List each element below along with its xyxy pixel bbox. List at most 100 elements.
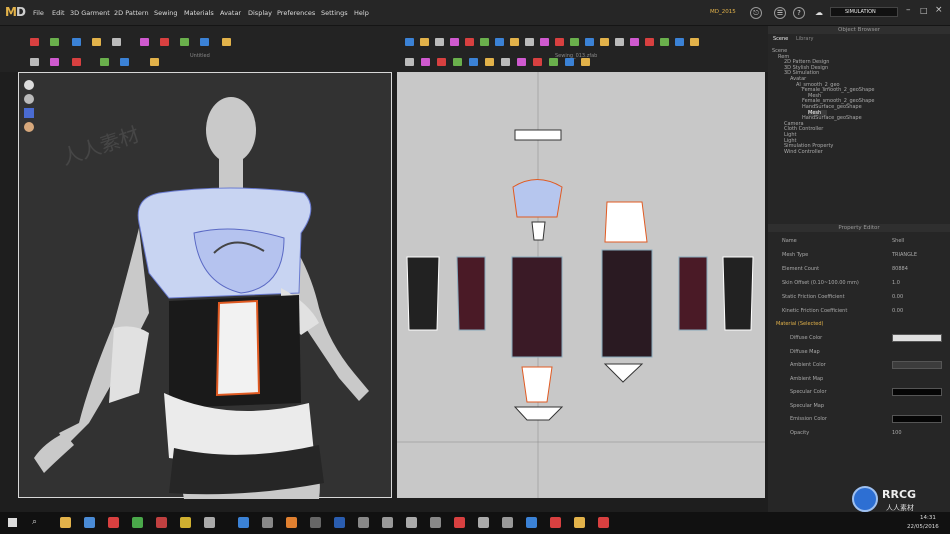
taskbar-app-icon[interactable] [598, 517, 609, 528]
tool-2d-16[interactable] [630, 38, 639, 46]
tool-3d-4[interactable] [92, 38, 101, 46]
tool-3d-8[interactable] [180, 38, 189, 46]
property-value[interactable]: TRIANGLE [892, 252, 917, 258]
menu-item-settings[interactable]: Settings [321, 9, 348, 17]
color-swatch[interactable] [892, 334, 942, 342]
taskbar-app-icon[interactable] [60, 517, 71, 528]
taskbar-app-icon[interactable] [108, 517, 119, 528]
menu-item-preferences[interactable]: Preferences [277, 9, 315, 17]
tool-2d-row2-6[interactable] [485, 58, 494, 66]
tool-3d-1[interactable] [30, 38, 39, 46]
taskbar-app-icon[interactable] [454, 517, 465, 528]
tool-2d-10[interactable] [540, 38, 549, 46]
tool-3d-3[interactable] [72, 38, 81, 46]
tool-3d-14[interactable] [100, 58, 109, 66]
tool-2d-14[interactable] [600, 38, 609, 46]
tool-2d-4[interactable] [450, 38, 459, 46]
property-value[interactable]: Shell [892, 238, 904, 244]
menu-item-display[interactable]: Display [248, 9, 272, 17]
taskbar-app-icon[interactable] [132, 517, 143, 528]
taskbar-app-icon[interactable] [310, 517, 321, 528]
tool-2d-15[interactable] [615, 38, 624, 46]
taskbar-app-icon[interactable] [574, 517, 585, 528]
taskbar-app-icon[interactable] [262, 517, 273, 528]
taskbar-app-icon[interactable] [526, 517, 537, 528]
tool-2d-20[interactable] [690, 38, 699, 46]
tool-2d-2[interactable] [420, 38, 429, 46]
taskbar-app-icon[interactable] [406, 517, 417, 528]
color-swatch[interactable] [892, 388, 942, 396]
tool-3d-2[interactable] [50, 38, 59, 46]
tool-2d-row2-3[interactable] [437, 58, 446, 66]
menu-item-2d-pattern[interactable]: 2D Pattern [114, 9, 149, 17]
taskbar-app-icon[interactable] [286, 517, 297, 528]
tool-3d-5[interactable] [112, 38, 121, 46]
tool-2d-row2-9[interactable] [533, 58, 542, 66]
menu-item-help[interactable]: Help [354, 9, 369, 17]
tool-2d-12[interactable] [570, 38, 579, 46]
menu-item-3d-garment[interactable]: 3D Garment [70, 9, 110, 17]
taskbar-app-icon[interactable] [204, 517, 215, 528]
taskbar-app-icon[interactable] [502, 517, 513, 528]
taskbar-app-icon[interactable] [478, 517, 489, 528]
tool-3d-15[interactable] [120, 58, 129, 66]
tool-2d-row2-10[interactable] [549, 58, 558, 66]
tool-2d-5[interactable] [465, 38, 474, 46]
tool-2d-row2-2[interactable] [421, 58, 430, 66]
tool-2d-row2-8[interactable] [517, 58, 526, 66]
tool-2d-3[interactable] [435, 38, 444, 46]
tool-2d-13[interactable] [585, 38, 594, 46]
wishlist-icon[interactable]: ☰ [774, 7, 786, 19]
user-badge[interactable]: MD_2015 [710, 9, 736, 15]
tool-2d-row2-7[interactable] [501, 58, 510, 66]
tool-3d-9[interactable] [200, 38, 209, 46]
start-windows-icon[interactable] [8, 518, 17, 527]
tree-item[interactable]: Wind Controller [784, 149, 823, 155]
menu-item-sewing[interactable]: Sewing [154, 9, 178, 17]
taskbar-app-icon[interactable] [84, 517, 95, 528]
color-swatch[interactable] [892, 361, 942, 369]
maximize-button[interactable]: □ [920, 6, 928, 15]
property-value[interactable]: 0.00 [892, 308, 903, 314]
property-value[interactable]: 80884 [892, 266, 908, 272]
tool-2d-17[interactable] [645, 38, 654, 46]
tool-2d-18[interactable] [660, 38, 669, 46]
tool-2d-11[interactable] [555, 38, 564, 46]
taskbar-app-icon[interactable] [180, 517, 191, 528]
material-header[interactable]: Material (Selected) [776, 321, 823, 327]
taskbar-app-icon[interactable] [550, 517, 561, 528]
cloud-icon[interactable]: ☁ [815, 8, 823, 17]
tool-2d-6[interactable] [480, 38, 489, 46]
taskbar-app-icon[interactable] [358, 517, 369, 528]
tool-2d-9[interactable] [525, 38, 534, 46]
tool-3d-16[interactable] [150, 58, 159, 66]
taskbar-app-icon[interactable] [238, 517, 249, 528]
taskbar-app-icon[interactable] [382, 517, 393, 528]
tool-3d-12[interactable] [50, 58, 59, 66]
tool-2d-row2-4[interactable] [453, 58, 462, 66]
menu-item-file[interactable]: File [33, 9, 44, 17]
tool-2d-row2-11[interactable] [565, 58, 574, 66]
3d-viewport[interactable] [18, 72, 392, 499]
menu-item-edit[interactable]: Edit [52, 9, 65, 17]
menu-item-materials[interactable]: Materials [184, 9, 214, 17]
tool-2d-row2-1[interactable] [405, 58, 414, 66]
2d-pattern-window[interactable] [397, 72, 765, 498]
property-value[interactable]: 1.0 [892, 280, 900, 286]
taskbar-app-icon[interactable] [156, 517, 167, 528]
tool-3d-7[interactable] [160, 38, 169, 46]
minimize-button[interactable]: – [906, 5, 911, 15]
tool-2d-7[interactable] [495, 38, 504, 46]
mode-selector[interactable]: SIMULATION [830, 7, 898, 17]
tool-3d-6[interactable] [140, 38, 149, 46]
tab-library[interactable]: Library [796, 36, 813, 42]
search-icon[interactable]: ⌕ [32, 517, 37, 527]
tool-2d-1[interactable] [405, 38, 414, 46]
tool-2d-8[interactable] [510, 38, 519, 46]
tool-2d-row2-5[interactable] [469, 58, 478, 66]
tool-2d-row2-12[interactable] [581, 58, 590, 66]
close-button[interactable]: × [935, 5, 943, 15]
menu-item-avatar[interactable]: Avatar [220, 9, 241, 17]
taskbar-app-icon[interactable] [334, 517, 345, 528]
tool-3d-11[interactable] [30, 58, 39, 66]
